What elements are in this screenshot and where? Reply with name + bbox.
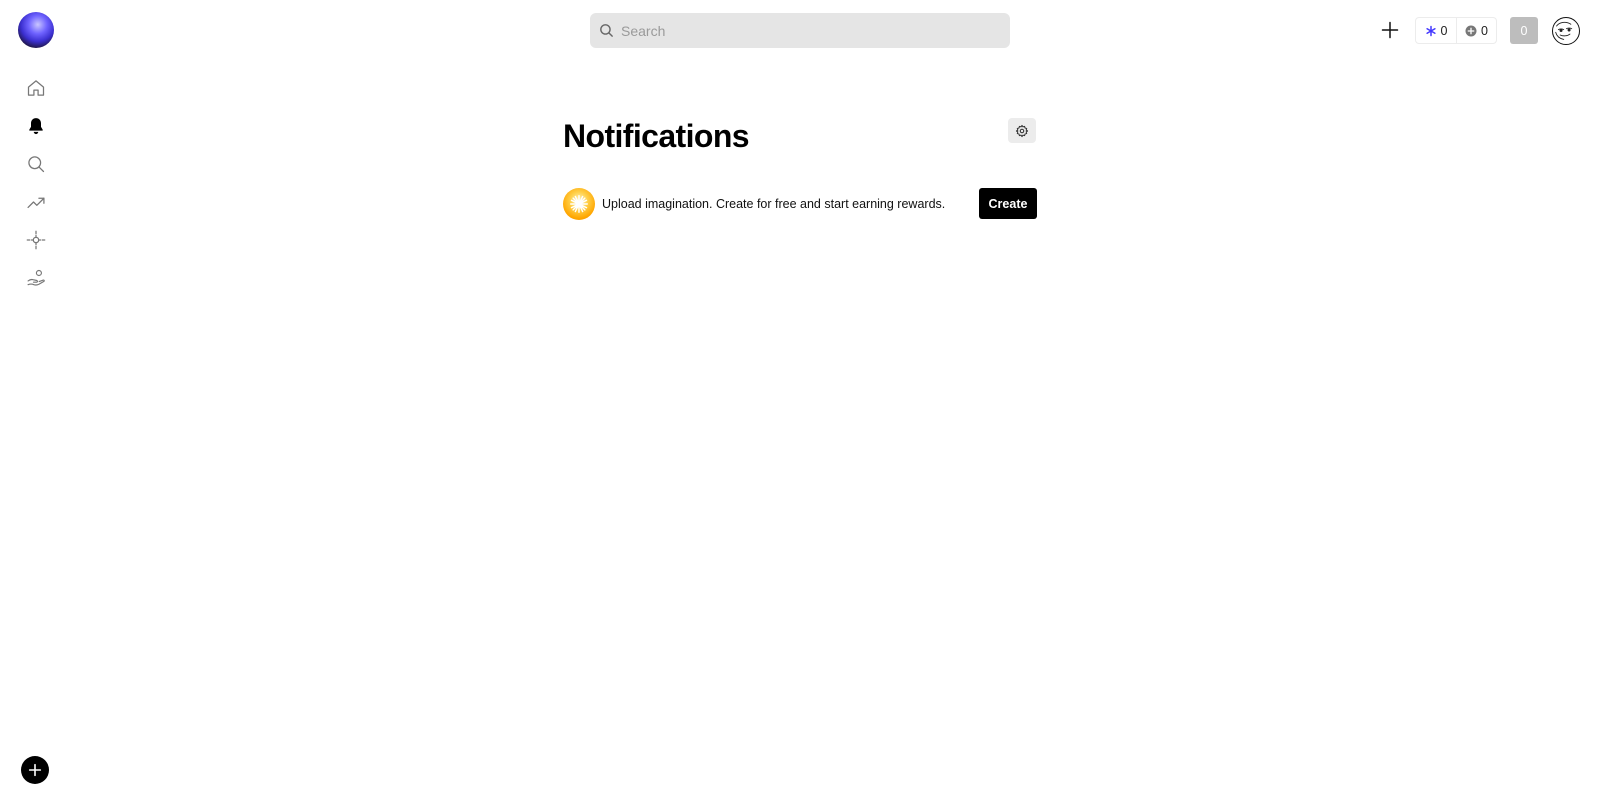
plus-count: 0 <box>1481 23 1488 38</box>
plus-counter[interactable]: 0 <box>1455 18 1496 43</box>
sidebar-item-notifications[interactable] <box>20 110 52 142</box>
search-icon <box>28 156 45 173</box>
add-button[interactable] <box>1380 20 1400 40</box>
bell-icon <box>29 118 43 135</box>
search-bar[interactable] <box>590 13 1010 48</box>
create-fab-button[interactable] <box>21 756 49 784</box>
count-badge[interactable]: 0 <box>1510 17 1538 44</box>
hand-coin-icon <box>27 269 45 286</box>
plus-icon <box>1381 21 1399 39</box>
sparkle-avatar-icon <box>563 187 595 220</box>
sidebar-nav <box>20 72 52 300</box>
notification-settings-button[interactable] <box>1008 118 1036 143</box>
promo-text: Upload imagination. Create for free and … <box>602 196 946 211</box>
plus-icon <box>28 763 42 777</box>
sidebar-item-home[interactable] <box>20 72 52 104</box>
page-title: Notifications <box>563 118 750 154</box>
app-logo[interactable] <box>18 12 54 48</box>
avatar[interactable] <box>1552 17 1580 45</box>
asterisk-counter[interactable]: 0 <box>1416 18 1456 43</box>
search-icon <box>600 24 613 37</box>
asterisk-icon <box>1425 25 1436 36</box>
counters-group: 0 0 <box>1415 17 1497 44</box>
trending-icon <box>27 197 45 209</box>
promo-notification: Upload imagination. Create for free and … <box>563 187 1037 220</box>
home-icon <box>27 80 45 96</box>
sidebar-item-explore[interactable] <box>20 224 52 256</box>
crosshair-icon <box>26 230 46 250</box>
sidebar-item-search[interactable] <box>20 148 52 180</box>
search-input[interactable] <box>621 13 1010 48</box>
gear-icon <box>1015 124 1029 137</box>
avatar-face-icon <box>1555 21 1573 40</box>
plus-circle-icon <box>1465 25 1477 36</box>
create-button[interactable]: Create <box>979 188 1037 219</box>
sidebar-item-rewards[interactable] <box>20 262 52 294</box>
asterisk-count: 0 <box>1440 23 1448 38</box>
sidebar-item-trending[interactable] <box>20 186 52 218</box>
